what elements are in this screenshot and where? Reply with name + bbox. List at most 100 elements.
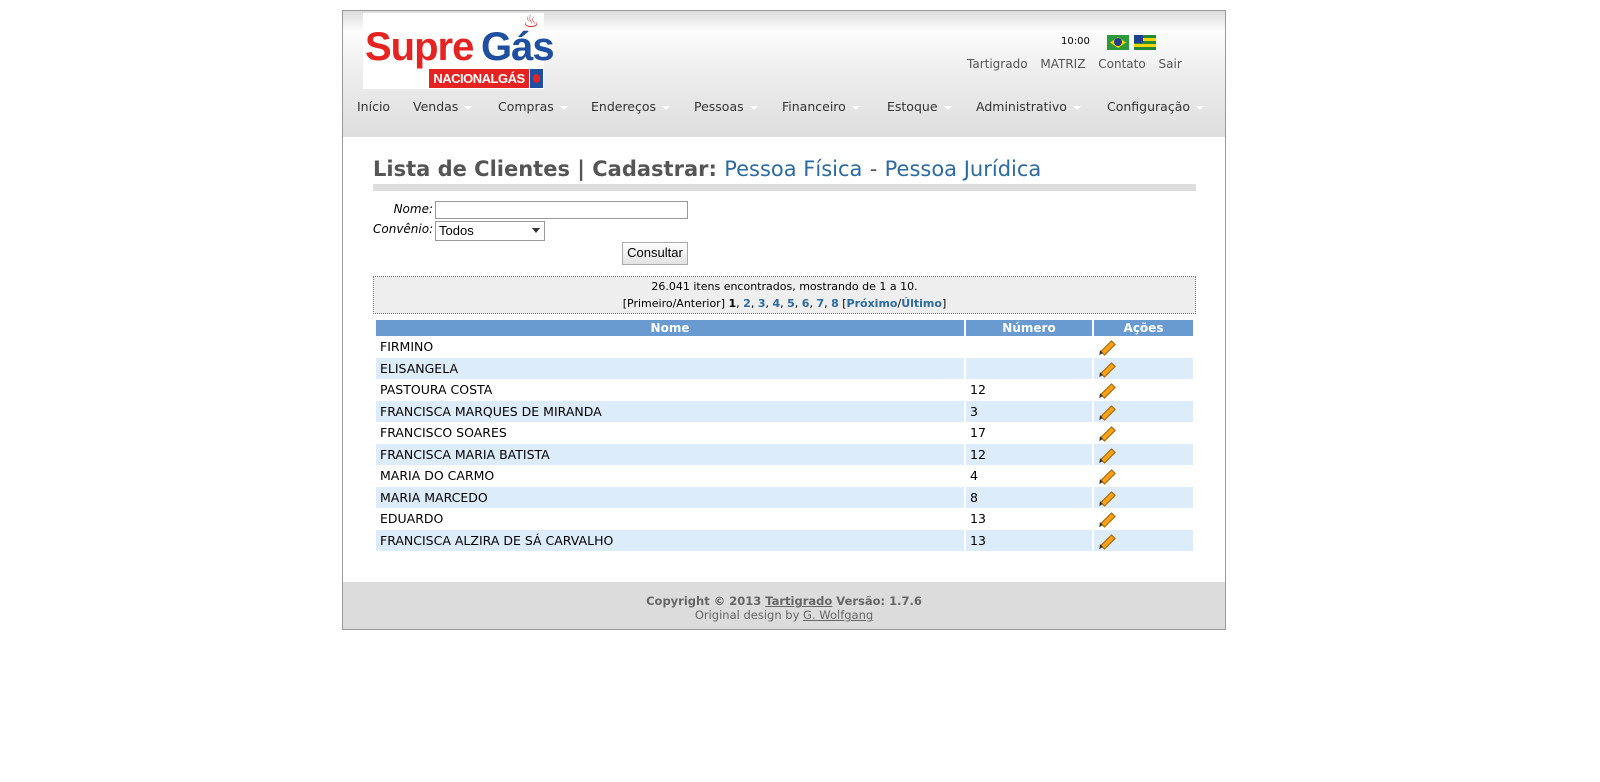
menu-label: Pessoas [694, 99, 744, 114]
convenio-label: Convênio: [373, 222, 434, 236]
edit-pencil-icon[interactable] [1098, 425, 1114, 441]
cell-nome: FRANCISCA MARIA BATISTA [376, 443, 964, 465]
page-link-2[interactable]: 2 [743, 297, 751, 310]
menu-label: Estoque [887, 99, 938, 114]
designer-link[interactable]: G. Wolfgang [803, 608, 873, 622]
link-contato[interactable]: Contato [1098, 57, 1145, 71]
supregas-logo[interactable]: Supre Gás ♨ NACIONALGÁS [363, 11, 555, 89]
page-link-4[interactable]: 4 [772, 297, 780, 310]
design-prefix: Original design by [694, 608, 800, 622]
column-header-numero[interactable]: Número [966, 320, 1092, 336]
menu-compras[interactable]: Compras [498, 99, 568, 114]
top-links: Tartigrado MATRIZ Contato Sair [967, 57, 1191, 71]
table-row: MARIA MARCEDO 8 [376, 486, 1193, 508]
page-title: Lista de Clientes | Cadastrar: Pessoa Fí… [373, 157, 1041, 181]
menu-administrativo[interactable]: Administrativo [976, 99, 1081, 114]
chevron-down-icon [532, 228, 540, 233]
chevron-down-icon [749, 105, 758, 110]
cell-nome: FRANCISCO SOARES [380, 425, 507, 441]
menu-label: Configuração [1107, 99, 1191, 114]
cell-numero: 13 [966, 529, 1092, 551]
cell-nome: FRANCISCA MARQUES DE MIRANDA [376, 400, 964, 422]
menu-enderecos[interactable]: Endereços [591, 99, 671, 114]
menu-label: Administrativo [976, 99, 1067, 114]
first-prev-label: [Primeiro/Anterior] [622, 297, 725, 310]
page-link-3[interactable]: 3 [758, 297, 766, 310]
cell-nome: EDUARDO [380, 511, 444, 527]
clients-table: Nome Número Ações FIRMINO ELISANGELA PAS… [374, 320, 1195, 551]
edit-pencil-icon[interactable] [1098, 361, 1114, 377]
link-matriz[interactable]: MATRIZ [1040, 57, 1085, 71]
cell-nome: PASTOURA COSTA [380, 382, 493, 398]
company-link[interactable]: Tartigrado [765, 594, 832, 608]
table-row: FRANCISCA MARQUES DE MIRANDA 3 [376, 400, 1193, 422]
link-pessoa-fisica[interactable]: Pessoa Física [724, 157, 862, 181]
cell-numero: 4 [970, 468, 978, 484]
page-container: Supre Gás ♨ NACIONALGÁS 10:00 Tartigrado… [342, 10, 1226, 630]
edit-pencil-icon[interactable] [1098, 511, 1114, 527]
title-underline [373, 184, 1196, 191]
flame-icon: ♨ [523, 11, 540, 32]
table-row: PASTOURA COSTA 12 [376, 379, 1193, 401]
main-menu: Início Vendas Compras Endereços Pessoas … [343, 99, 1225, 119]
cell-actions [1094, 336, 1193, 358]
menu-configuracao[interactable]: Configuração [1107, 99, 1205, 114]
convenio-select[interactable]: Todos [435, 221, 545, 241]
page-link-8[interactable]: 8 [831, 297, 839, 310]
link-sair[interactable]: Sair [1159, 57, 1182, 71]
edit-pencil-icon[interactable] [1098, 447, 1114, 463]
menu-estoque[interactable]: Estoque [887, 99, 952, 114]
edit-pencil-icon[interactable] [1098, 339, 1114, 355]
edit-pencil-icon[interactable] [1098, 468, 1114, 484]
menu-label: Endereços [591, 99, 657, 114]
cell-numero: 13 [970, 511, 986, 527]
logo-text-gas: Gás [481, 25, 555, 69]
table-row: EDUARDO 13 [376, 508, 1193, 530]
edit-pencil-icon[interactable] [1098, 490, 1114, 506]
cell-numero: 8 [966, 486, 1092, 508]
link-tartigrado[interactable]: Tartigrado [967, 57, 1028, 71]
link-pessoa-juridica[interactable]: Pessoa Jurídica [885, 157, 1042, 181]
nome-input[interactable] [435, 201, 688, 219]
page-link-5[interactable]: 5 [787, 297, 795, 310]
menu-label: Financeiro [782, 99, 846, 114]
footer: Copyright © 2013 Tartigrado Versão: 1.7.… [343, 582, 1225, 629]
table-row: FRANCISCO SOARES 17 [376, 422, 1193, 444]
table-row: ELISANGELA [376, 357, 1193, 379]
page-link-6[interactable]: 6 [802, 297, 810, 310]
next-page-link[interactable]: Próximo [847, 297, 898, 310]
current-page: 1 [728, 297, 737, 310]
cell-numero [966, 357, 1092, 379]
menu-financeiro[interactable]: Financeiro [782, 99, 860, 114]
table-row: MARIA DO CARMO 4 [376, 465, 1193, 487]
menu-label: Compras [498, 99, 554, 114]
cell-nome: FIRMINO [380, 339, 434, 355]
chevron-down-icon [662, 105, 671, 110]
menu-label: Início [357, 99, 391, 114]
piaui-flag-icon[interactable] [1134, 35, 1156, 50]
cell-numero: 17 [970, 425, 986, 441]
cell-numero: 12 [970, 382, 986, 398]
cell-nome: MARIA MARCEDO [376, 486, 964, 508]
edit-pencil-icon[interactable] [1098, 404, 1114, 420]
brazil-flag-icon[interactable] [1107, 35, 1129, 50]
convenio-selected: Todos [439, 223, 474, 238]
cell-nome: ELISANGELA [376, 357, 964, 379]
nome-label: Nome: [393, 202, 433, 216]
column-header-nome[interactable]: Nome [376, 320, 964, 336]
edit-pencil-icon[interactable] [1098, 382, 1114, 398]
menu-inicio[interactable]: Início [357, 99, 390, 114]
cell-nome: FRANCISCA ALZIRA DE SÁ CARVALHO [376, 529, 964, 551]
menu-pessoas[interactable]: Pessoas [694, 99, 758, 114]
page-link-7[interactable]: 7 [816, 297, 824, 310]
menu-vendas[interactable]: Vendas [413, 99, 473, 114]
consultar-button[interactable]: Consultar [622, 242, 688, 265]
pagination-links: [Primeiro/Anterior] 1, 2, 3, 4, 5, 6, 7,… [622, 297, 947, 310]
cell-actions [1094, 422, 1193, 444]
copyright-text: Copyright © 2013 [646, 594, 762, 608]
design-credit: Original design by G. Wolfgang [343, 608, 1225, 622]
cell-nome: MARIA DO CARMO [380, 468, 495, 484]
menu-label: Vendas [413, 99, 459, 114]
last-page-link[interactable]: Último [901, 297, 942, 310]
edit-pencil-icon[interactable] [1098, 533, 1114, 549]
